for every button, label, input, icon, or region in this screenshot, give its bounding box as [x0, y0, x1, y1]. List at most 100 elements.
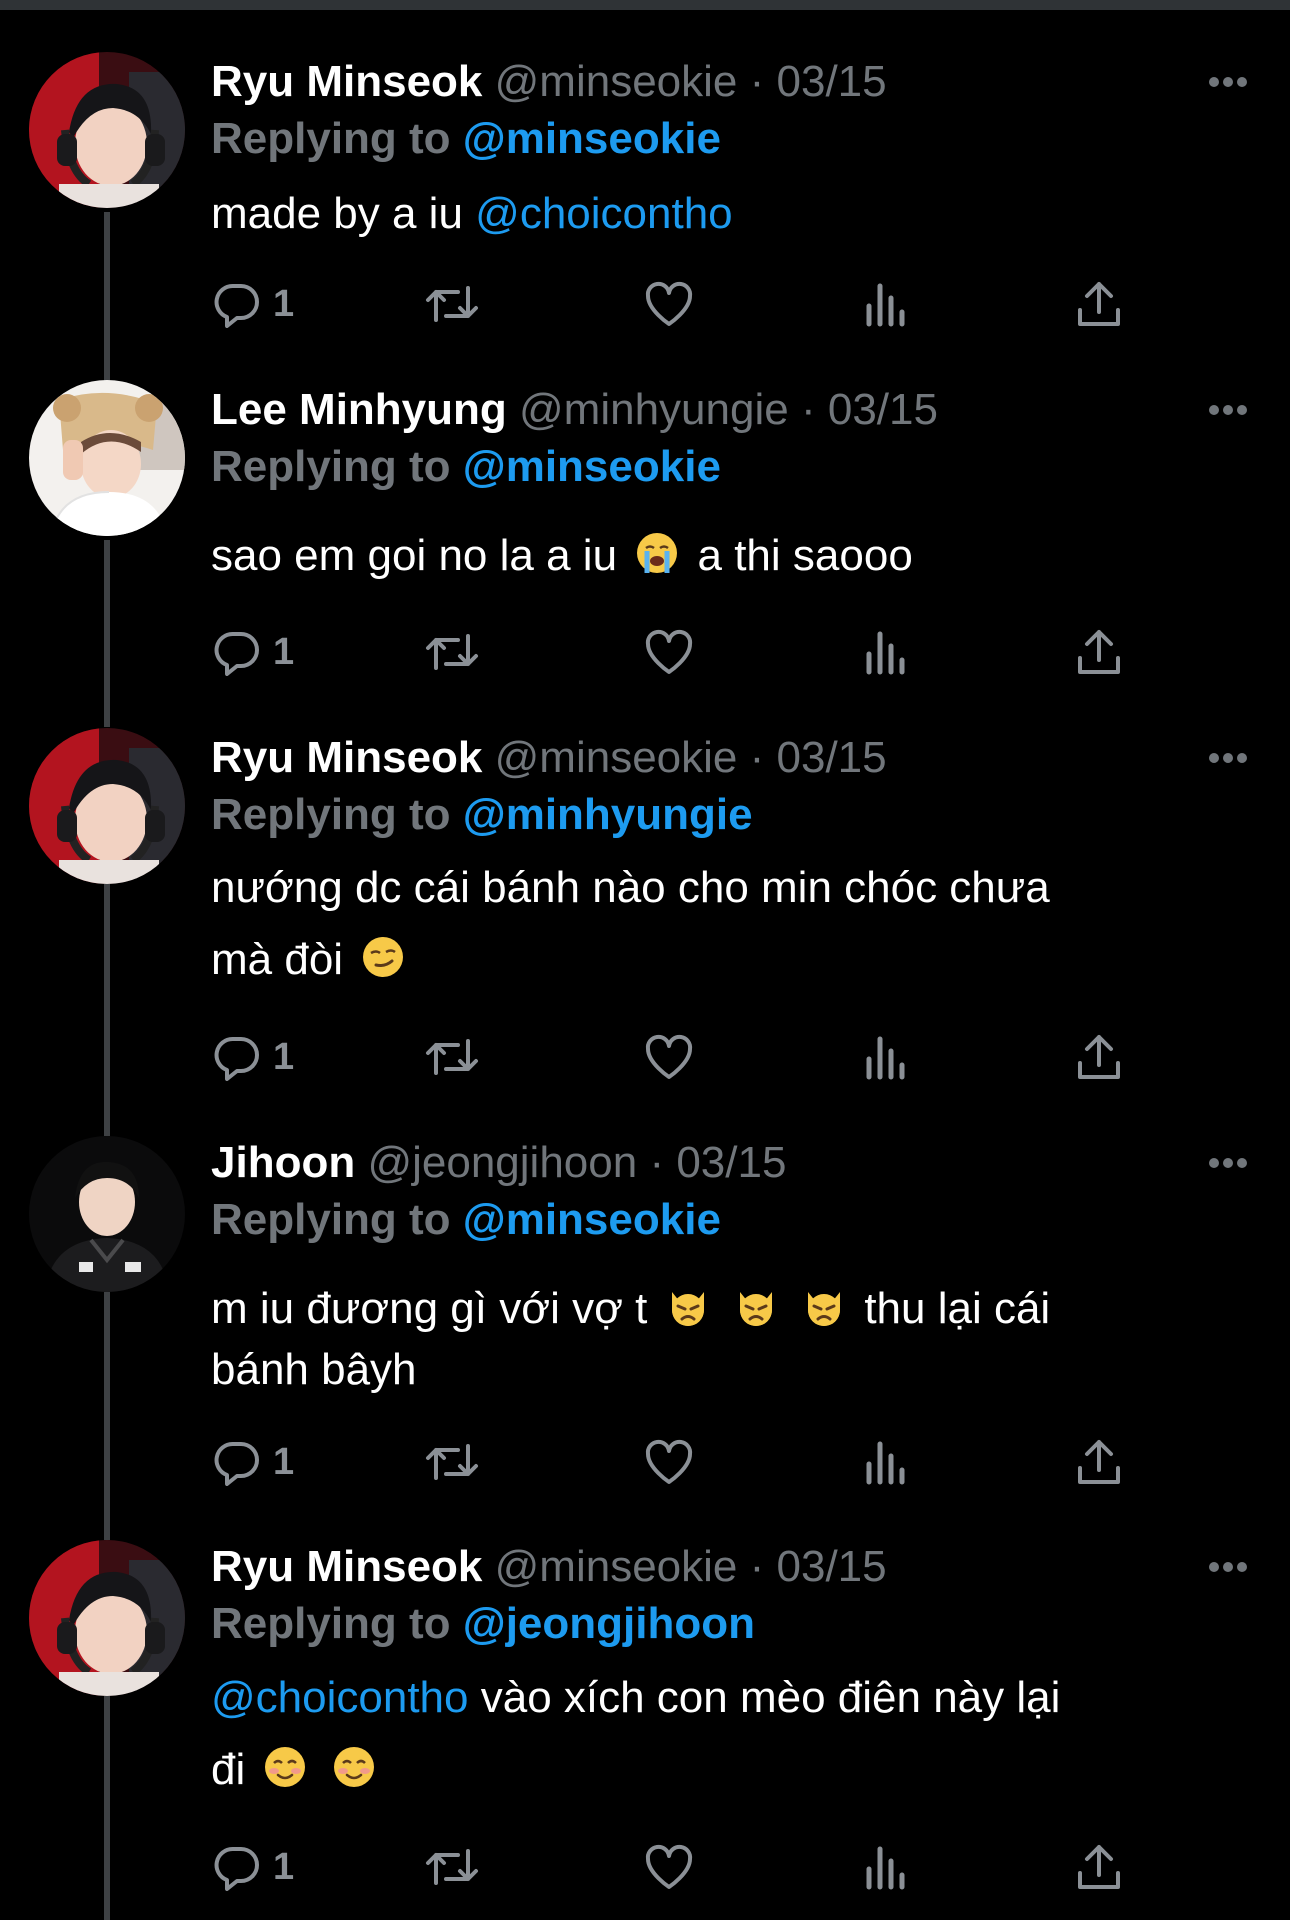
reply-button[interactable]: 1	[213, 1432, 294, 1492]
replying-to-mention[interactable]: @jeongjihoon	[463, 1599, 755, 1648]
author-name[interactable]: Ryu Minseok	[211, 1542, 482, 1591]
avatar-ryu-minseok[interactable]	[29, 52, 185, 208]
like-button[interactable]	[644, 1027, 694, 1087]
avatar-lee-minhyung[interactable]	[29, 380, 185, 536]
more-icon[interactable]	[1208, 1157, 1248, 1169]
retweet-icon	[426, 634, 478, 670]
retweet-button[interactable]	[424, 274, 480, 334]
smiling-face-icon	[333, 1747, 374, 1788]
views-button[interactable]	[864, 622, 906, 682]
tweet-date[interactable]: 03/15	[777, 733, 887, 782]
replying-to-mention[interactable]: @minseokie	[463, 114, 721, 163]
views-button[interactable]	[864, 1432, 906, 1492]
tweet-actions: 1	[0, 274, 1290, 334]
tweet-text: made by a iu @choicontho	[211, 178, 1231, 250]
avatar-jihoon[interactable]	[29, 1136, 185, 1292]
tweet-mention[interactable]: @choicontho	[475, 189, 733, 238]
avatar-ryu-minseok[interactable]	[29, 1540, 185, 1696]
retweet-icon	[426, 286, 478, 322]
reply-button[interactable]: 1	[213, 1837, 294, 1897]
author-name[interactable]: Lee Minhyung	[211, 385, 507, 434]
reply-count: 1	[273, 1845, 295, 1888]
replying-label: Replying to	[211, 442, 451, 491]
replying-label: Replying to	[211, 1599, 451, 1648]
like-button[interactable]	[644, 1432, 694, 1492]
views-icon	[866, 631, 905, 675]
reply-count: 1	[273, 1440, 295, 1483]
tweet-text-body: m iu đương gì với vợ t	[211, 1284, 648, 1333]
retweet-icon	[426, 1039, 478, 1075]
pouting-cat-icon	[739, 1292, 772, 1327]
separator: ·	[800, 385, 816, 434]
replying-to-mention[interactable]: @minhyungie	[463, 790, 753, 839]
views-button[interactable]	[864, 1027, 906, 1087]
tweet-text-body: thu lại cái	[864, 1284, 1051, 1333]
author-handle[interactable]: @minseokie	[495, 1542, 738, 1591]
author-name[interactable]: Ryu Minseok	[211, 733, 482, 782]
more-icon[interactable]	[1208, 752, 1248, 764]
tweet-mention[interactable]: @choicontho	[211, 1673, 469, 1722]
more-icon[interactable]	[1208, 1561, 1248, 1573]
author-handle[interactable]: @minhyungie	[519, 385, 789, 434]
loudly-crying-face-icon	[637, 533, 678, 574]
more-icon[interactable]	[1208, 404, 1248, 416]
reply-button[interactable]: 1	[213, 274, 294, 334]
tweet-header: Lee Minhyung @minhyungie · 03/15	[211, 382, 1230, 438]
tweet-date[interactable]: 03/15	[676, 1138, 786, 1187]
avatar-ryu-minseok[interactable]	[29, 728, 185, 884]
like-icon	[645, 1844, 693, 1889]
reply-button[interactable]: 1	[213, 1027, 294, 1087]
replying-label: Replying to	[211, 1195, 451, 1244]
like-button[interactable]	[644, 1837, 694, 1897]
tweet-text: sao em goi no la a iu a thi saooo	[211, 520, 1231, 592]
tweet-text-line: bánh bâyh	[211, 1345, 417, 1394]
tweet-actions: 1	[0, 1027, 1290, 1087]
tweet-text-body: đi	[211, 1745, 246, 1794]
tweet-header: Ryu Minseok @minseokie · 03/15	[211, 730, 1230, 786]
author-name[interactable]: Jihoon	[211, 1138, 355, 1187]
retweet-button[interactable]	[424, 1027, 480, 1087]
retweet-button[interactable]	[424, 1432, 480, 1492]
views-button[interactable]	[864, 1837, 906, 1897]
tweet-date[interactable]: 03/15	[777, 57, 887, 106]
share-button[interactable]	[1076, 622, 1122, 682]
replying-to: Replying to @minhyungie	[211, 787, 753, 843]
retweet-button[interactable]	[424, 622, 480, 682]
reply-count: 1	[273, 1035, 295, 1078]
separator: ·	[649, 1138, 665, 1187]
share-icon	[1078, 1440, 1120, 1484]
share-button[interactable]	[1076, 274, 1122, 334]
replying-to: Replying to @minseokie	[211, 439, 721, 495]
separator: ·	[749, 1542, 765, 1591]
replying-label: Replying to	[211, 114, 451, 163]
author-handle[interactable]: @jeongjihoon	[367, 1138, 637, 1187]
share-icon	[1078, 282, 1120, 326]
views-icon	[866, 1036, 905, 1080]
retweet-icon	[426, 1849, 478, 1885]
replying-label: Replying to	[211, 790, 451, 839]
share-button[interactable]	[1076, 1027, 1122, 1087]
reply-button[interactable]: 1	[213, 622, 294, 682]
author-name[interactable]: Ryu Minseok	[211, 57, 482, 106]
tweet-date[interactable]: 03/15	[777, 1542, 887, 1591]
retweet-button[interactable]	[424, 1837, 480, 1897]
more-icon[interactable]	[1208, 76, 1248, 88]
tweet-text-body: a thi saooo	[697, 531, 913, 580]
reply-icon	[214, 631, 259, 676]
views-button[interactable]	[864, 274, 906, 334]
smirking-face-icon	[363, 937, 404, 978]
share-icon	[1078, 1845, 1120, 1889]
like-button[interactable]	[644, 622, 694, 682]
author-handle[interactable]: @minseokie	[495, 57, 738, 106]
author-handle[interactable]: @minseokie	[495, 733, 738, 782]
retweet-icon	[426, 1444, 478, 1480]
tweet-date[interactable]: 03/15	[828, 385, 938, 434]
tweet-text-body: made by a iu	[211, 189, 476, 238]
like-icon	[645, 1439, 693, 1484]
share-button[interactable]	[1076, 1837, 1122, 1897]
share-button[interactable]	[1076, 1432, 1122, 1492]
replying-to-mention[interactable]: @minseokie	[463, 442, 721, 491]
like-button[interactable]	[644, 274, 694, 334]
tweet-text-body: mà đòi	[211, 935, 344, 984]
replying-to-mention[interactable]: @minseokie	[463, 1195, 721, 1244]
